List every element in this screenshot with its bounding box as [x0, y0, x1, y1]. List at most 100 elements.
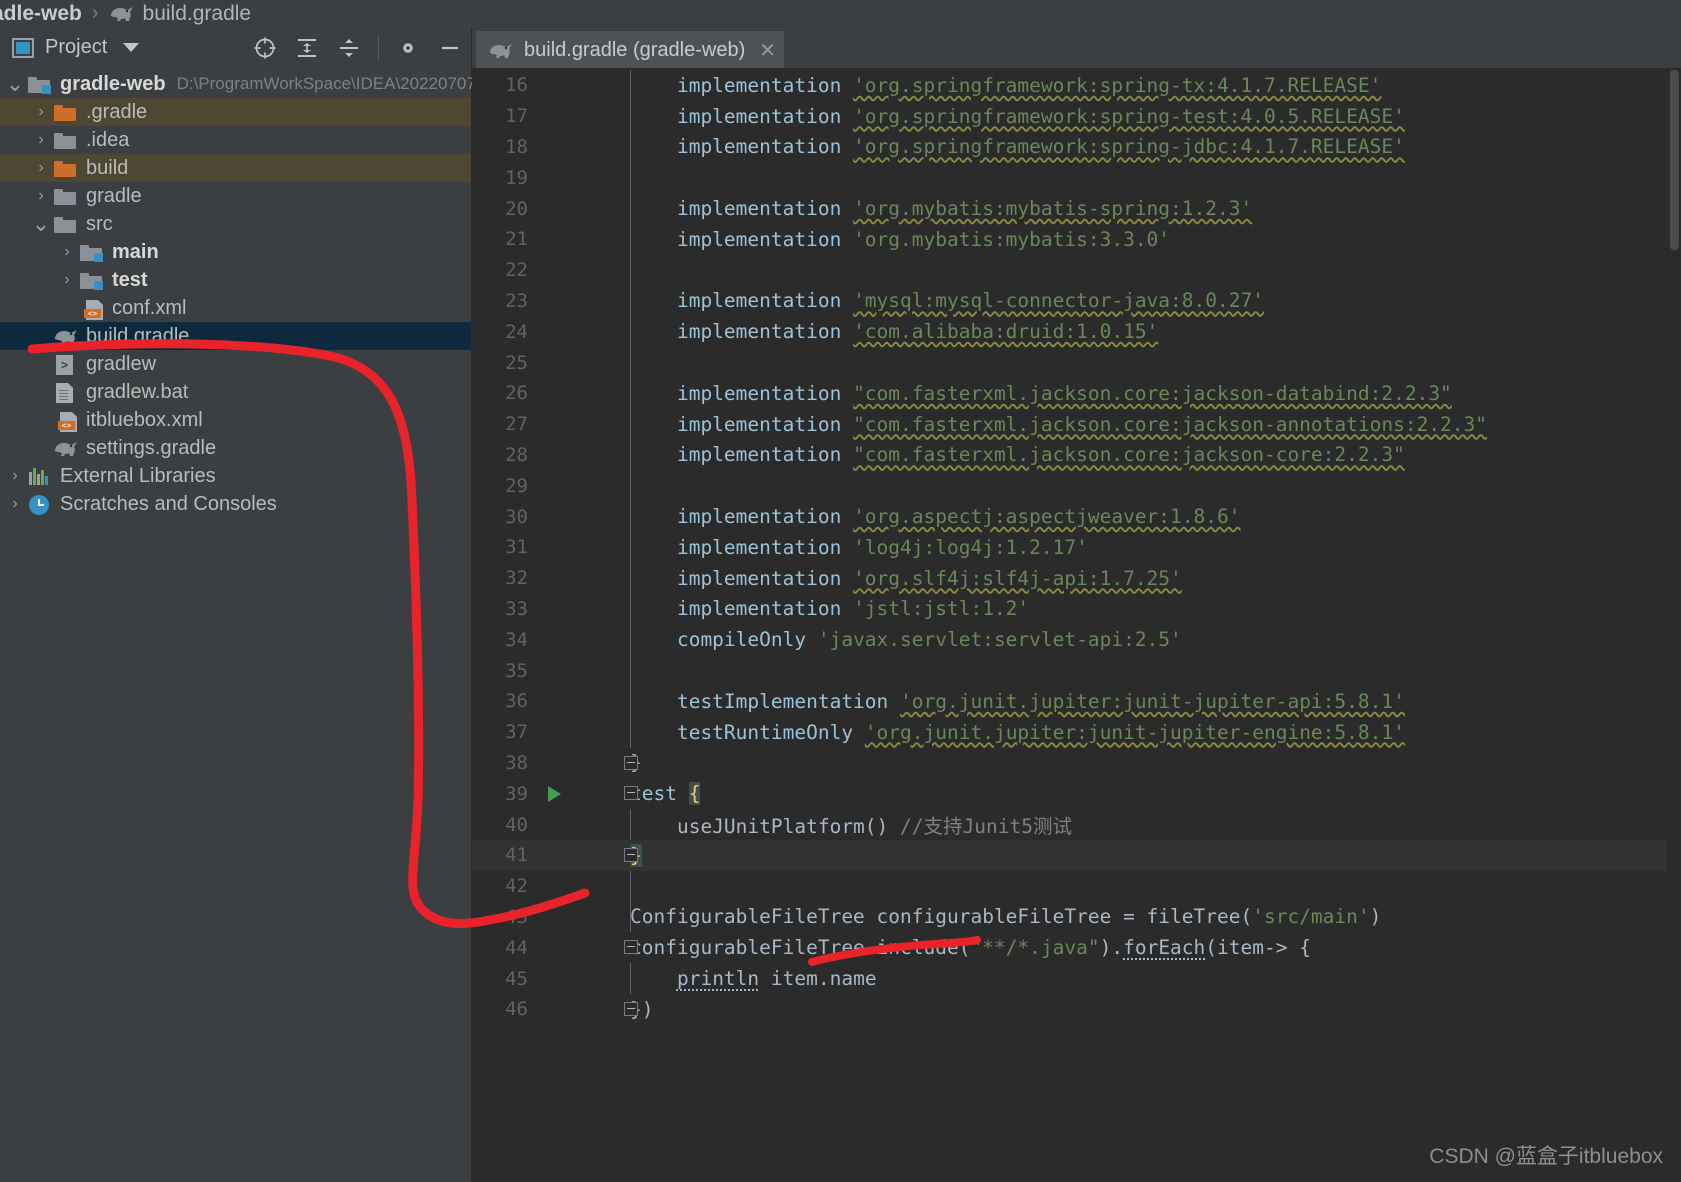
- tree-node-build[interactable]: › build: [0, 154, 471, 182]
- code-text[interactable]: implementation "com.fasterxml.jackson.co…: [614, 413, 1487, 436]
- code-line[interactable]: 19: [472, 162, 1681, 194]
- chevron-down-icon[interactable]: [123, 43, 140, 52]
- code-line[interactable]: 40 useJUnitPlatform() //支持Junit5测试: [472, 809, 1681, 840]
- gutter-markers[interactable]: [540, 778, 588, 809]
- gutter-markers[interactable]: [540, 655, 588, 686]
- code-text[interactable]: implementation 'com.alibaba:druid:1.0.15…: [614, 320, 1158, 343]
- line-number[interactable]: 42: [472, 875, 540, 897]
- line-number[interactable]: 18: [472, 136, 540, 158]
- tree-node-gradle[interactable]: › gradle: [0, 182, 471, 210]
- gutter-markers[interactable]: [540, 70, 588, 101]
- chevron-right-icon[interactable]: ›: [30, 131, 52, 149]
- gutter-markers[interactable]: [540, 440, 588, 471]
- fold-gutter[interactable]: [588, 285, 631, 317]
- chevron-down-icon[interactable]: ⌄: [4, 73, 26, 95]
- line-number[interactable]: 37: [472, 721, 540, 743]
- tree-node-main[interactable]: › main: [0, 238, 471, 266]
- collapse-all-icon[interactable]: [336, 35, 362, 61]
- gutter-markers[interactable]: [540, 624, 588, 655]
- editor-scrollbar[interactable]: [1667, 68, 1681, 1182]
- code-line[interactable]: 42: [472, 870, 1681, 902]
- line-number[interactable]: 27: [472, 413, 540, 435]
- select-opened-file-icon[interactable]: [252, 35, 278, 61]
- line-number[interactable]: 38: [472, 752, 540, 774]
- fold-gutter[interactable]: [588, 994, 638, 1025]
- fold-gutter[interactable]: [588, 686, 631, 717]
- fold-gutter[interactable]: [588, 193, 631, 224]
- fold-gutter[interactable]: [588, 254, 631, 286]
- fold-gutter[interactable]: [588, 778, 638, 809]
- hide-icon[interactable]: [437, 35, 463, 61]
- fold-gutter[interactable]: [588, 70, 631, 101]
- tree-node-gradlew[interactable]: > gradlew: [0, 350, 471, 378]
- code-text[interactable]: implementation 'org.slf4j:slf4j-api:1.7.…: [614, 567, 1182, 590]
- code-line[interactable]: 43 ConfigurableFileTree configurableFileT…: [472, 901, 1681, 933]
- gutter-markers[interactable]: [540, 932, 588, 963]
- code-line[interactable]: 35: [472, 655, 1681, 686]
- code-text[interactable]: testRuntimeOnly 'org.junit.jupiter:junit…: [614, 721, 1405, 744]
- line-number[interactable]: 35: [472, 660, 540, 682]
- code-text[interactable]: useJUnitPlatform() //支持Junit5测试: [614, 810, 1072, 839]
- code-line[interactable]: 30 implementation 'org.aspectj:aspectjwe…: [472, 501, 1681, 532]
- fold-gutter[interactable]: [588, 840, 638, 871]
- chevron-right-icon[interactable]: ›: [56, 271, 78, 289]
- tree-node-build-gradle[interactable]: build.gradle: [0, 322, 471, 350]
- gutter-markers[interactable]: [540, 501, 588, 532]
- tree-node-gradlew-bat[interactable]: gradlew.bat: [0, 378, 471, 406]
- code-line[interactable]: 37 testRuntimeOnly 'org.junit.jupiter:ju…: [472, 716, 1681, 748]
- code-text[interactable]: ConfigurableFileTree configurableFileTre…: [614, 905, 1381, 928]
- gutter-markers[interactable]: [540, 563, 588, 594]
- fold-gutter[interactable]: [588, 100, 631, 132]
- code-text[interactable]: compileOnly 'javax.servlet:servlet-api:2…: [614, 628, 1182, 651]
- scrollbar-thumb[interactable]: [1670, 70, 1679, 250]
- chevron-right-icon[interactable]: ›: [4, 495, 26, 513]
- tab-build-gradle[interactable]: build.gradle (gradle-web) ✕: [476, 31, 784, 68]
- fold-gutter[interactable]: [588, 224, 631, 255]
- breadcrumb-project[interactable]: adle-web: [0, 2, 82, 26]
- fold-toggle-icon[interactable]: [624, 940, 638, 955]
- line-number[interactable]: 32: [472, 567, 540, 589]
- gutter-markers[interactable]: [540, 840, 588, 871]
- code-line[interactable]: 39 test {: [472, 778, 1681, 809]
- fold-gutter[interactable]: [588, 470, 631, 502]
- gutter-markers[interactable]: [540, 378, 588, 409]
- chevron-right-icon[interactable]: ›: [4, 467, 26, 485]
- fold-gutter[interactable]: [588, 963, 631, 994]
- project-view-label[interactable]: Project: [45, 36, 107, 59]
- chevron-right-icon[interactable]: ›: [30, 159, 52, 177]
- gutter-markers[interactable]: [540, 286, 588, 317]
- line-number[interactable]: 36: [472, 690, 540, 712]
- code-line[interactable]: 24 implementation 'com.alibaba:druid:1.0…: [472, 316, 1681, 348]
- gutter-markers[interactable]: [540, 255, 588, 286]
- line-number[interactable]: 34: [472, 629, 540, 651]
- line-number[interactable]: 19: [472, 167, 540, 189]
- tree-node-idea[interactable]: › .idea: [0, 126, 471, 154]
- line-number[interactable]: 45: [472, 968, 540, 990]
- code-line[interactable]: 41}: [472, 840, 1681, 871]
- gutter-markers[interactable]: [540, 470, 588, 501]
- code-text[interactable]: implementation 'org.springframework:spri…: [614, 74, 1381, 97]
- code-canvas[interactable]: 16 implementation 'org.springframework:s…: [472, 68, 1681, 1182]
- tree-node-external-libraries[interactable]: › External Libraries: [0, 462, 471, 490]
- line-number[interactable]: 46: [472, 998, 540, 1020]
- gutter-markers[interactable]: [540, 101, 588, 132]
- gutter-markers[interactable]: [540, 409, 588, 440]
- code-line[interactable]: 31 implementation 'log4j:log4j:1.2.17': [472, 532, 1681, 563]
- fold-gutter[interactable]: [588, 932, 638, 963]
- fold-gutter[interactable]: [588, 593, 631, 625]
- line-number[interactable]: 25: [472, 352, 540, 374]
- fold-gutter[interactable]: [588, 378, 631, 409]
- fold-gutter[interactable]: [588, 408, 631, 440]
- fold-gutter[interactable]: [588, 562, 631, 594]
- fold-gutter[interactable]: [588, 532, 631, 563]
- code-text[interactable]: implementation 'org.springframework:spri…: [614, 105, 1405, 128]
- code-text[interactable]: println item.name: [614, 967, 877, 990]
- code-line[interactable]: 21 implementation 'org.mybatis:mybatis:3…: [472, 224, 1681, 255]
- fold-gutter[interactable]: [588, 748, 638, 779]
- line-number[interactable]: 20: [472, 198, 540, 220]
- fold-gutter[interactable]: [588, 501, 631, 532]
- fold-toggle-icon[interactable]: [624, 1002, 638, 1016]
- code-text[interactable]: implementation "com.fasterxml.jackson.co…: [614, 443, 1405, 466]
- line-number[interactable]: 28: [472, 444, 540, 466]
- fold-gutter[interactable]: [588, 347, 631, 378]
